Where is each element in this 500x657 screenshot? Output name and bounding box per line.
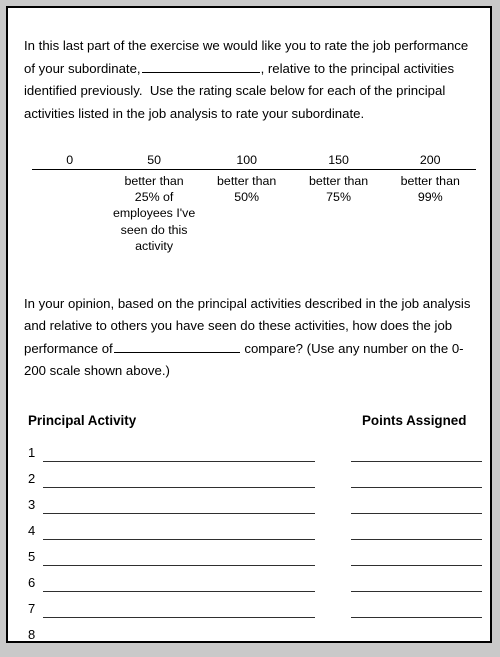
- rating-scale-ticks: 0 50 100 150 200: [32, 152, 476, 168]
- table-row: 6: [24, 574, 482, 600]
- table-row: 3: [24, 496, 482, 522]
- points-input-line[interactable]: [351, 512, 482, 514]
- scale-rule-divider: [32, 168, 476, 170]
- points-input-line[interactable]: [351, 616, 482, 618]
- column-header-points-assigned: Points Assigned: [362, 412, 467, 428]
- row-number: 6: [28, 574, 36, 590]
- scale-description-200: better than 99%: [400, 173, 460, 204]
- row-number: 7: [28, 600, 36, 616]
- scale-description-100: better than 50%: [217, 173, 277, 204]
- table-row: 4: [24, 522, 482, 548]
- activity-input-line[interactable]: [43, 590, 315, 592]
- row-number: 3: [28, 496, 36, 512]
- row-number: 8: [28, 626, 36, 642]
- table-rows: 1 2 3 4 5 6 7 8: [24, 444, 482, 642]
- scale-description-50: better than 25% of employees I've seen d…: [112, 173, 196, 254]
- table-row: 8: [24, 626, 478, 642]
- table-header-row: Principal Activity Points Assigned: [24, 413, 478, 435]
- subordinate-name-blank[interactable]: [141, 59, 260, 73]
- scale-description-0: [32, 173, 107, 255]
- rating-scale: 0 50 100 150 200 better than 25% of empl…: [32, 152, 476, 255]
- column-header-principal-activity: Principal Activity: [28, 412, 137, 428]
- table-row: 2: [24, 470, 482, 496]
- row-number: 1: [28, 444, 36, 460]
- scale-tick-50: 50: [147, 152, 161, 167]
- points-input-line[interactable]: [351, 460, 482, 462]
- row-number: 2: [28, 470, 36, 486]
- intro-paragraph: In this last part of the exercise we wou…: [24, 35, 478, 125]
- form-page: In this last part of the exercise we wou…: [6, 6, 492, 643]
- activity-input-line[interactable]: [43, 616, 315, 618]
- row-number: 4: [28, 522, 36, 538]
- points-input-line[interactable]: [351, 486, 482, 488]
- points-input-line[interactable]: [351, 590, 482, 592]
- activity-input-line[interactable]: [43, 460, 315, 462]
- page-content: In this last part of the exercise we wou…: [24, 22, 482, 642]
- row-number: 5: [28, 548, 36, 564]
- table-row: 7: [24, 600, 482, 626]
- rating-scale-descriptions: better than 25% of employees I've seen d…: [32, 173, 476, 255]
- scale-description-150: better than 75%: [308, 173, 369, 204]
- points-input-line[interactable]: [351, 538, 482, 540]
- scale-tick-100: 100: [236, 152, 257, 167]
- scale-tick-150: 150: [328, 152, 349, 167]
- points-input-line[interactable]: [351, 564, 482, 566]
- opinion-name-blank[interactable]: [113, 339, 240, 353]
- table-row: 5: [24, 548, 482, 574]
- activities-table: Principal Activity Points Assigned 1 2 3: [24, 413, 482, 642]
- activity-input-line[interactable]: [43, 538, 315, 540]
- activity-input-line[interactable]: [43, 486, 315, 488]
- scale-tick-200: 200: [419, 152, 441, 167]
- activity-input-line[interactable]: [43, 564, 315, 566]
- opinion-paragraph: In your opinion, based on the principal …: [24, 293, 478, 383]
- activity-input-line[interactable]: [43, 512, 315, 514]
- table-row: 1: [24, 444, 482, 470]
- scale-tick-0: 0: [66, 152, 74, 167]
